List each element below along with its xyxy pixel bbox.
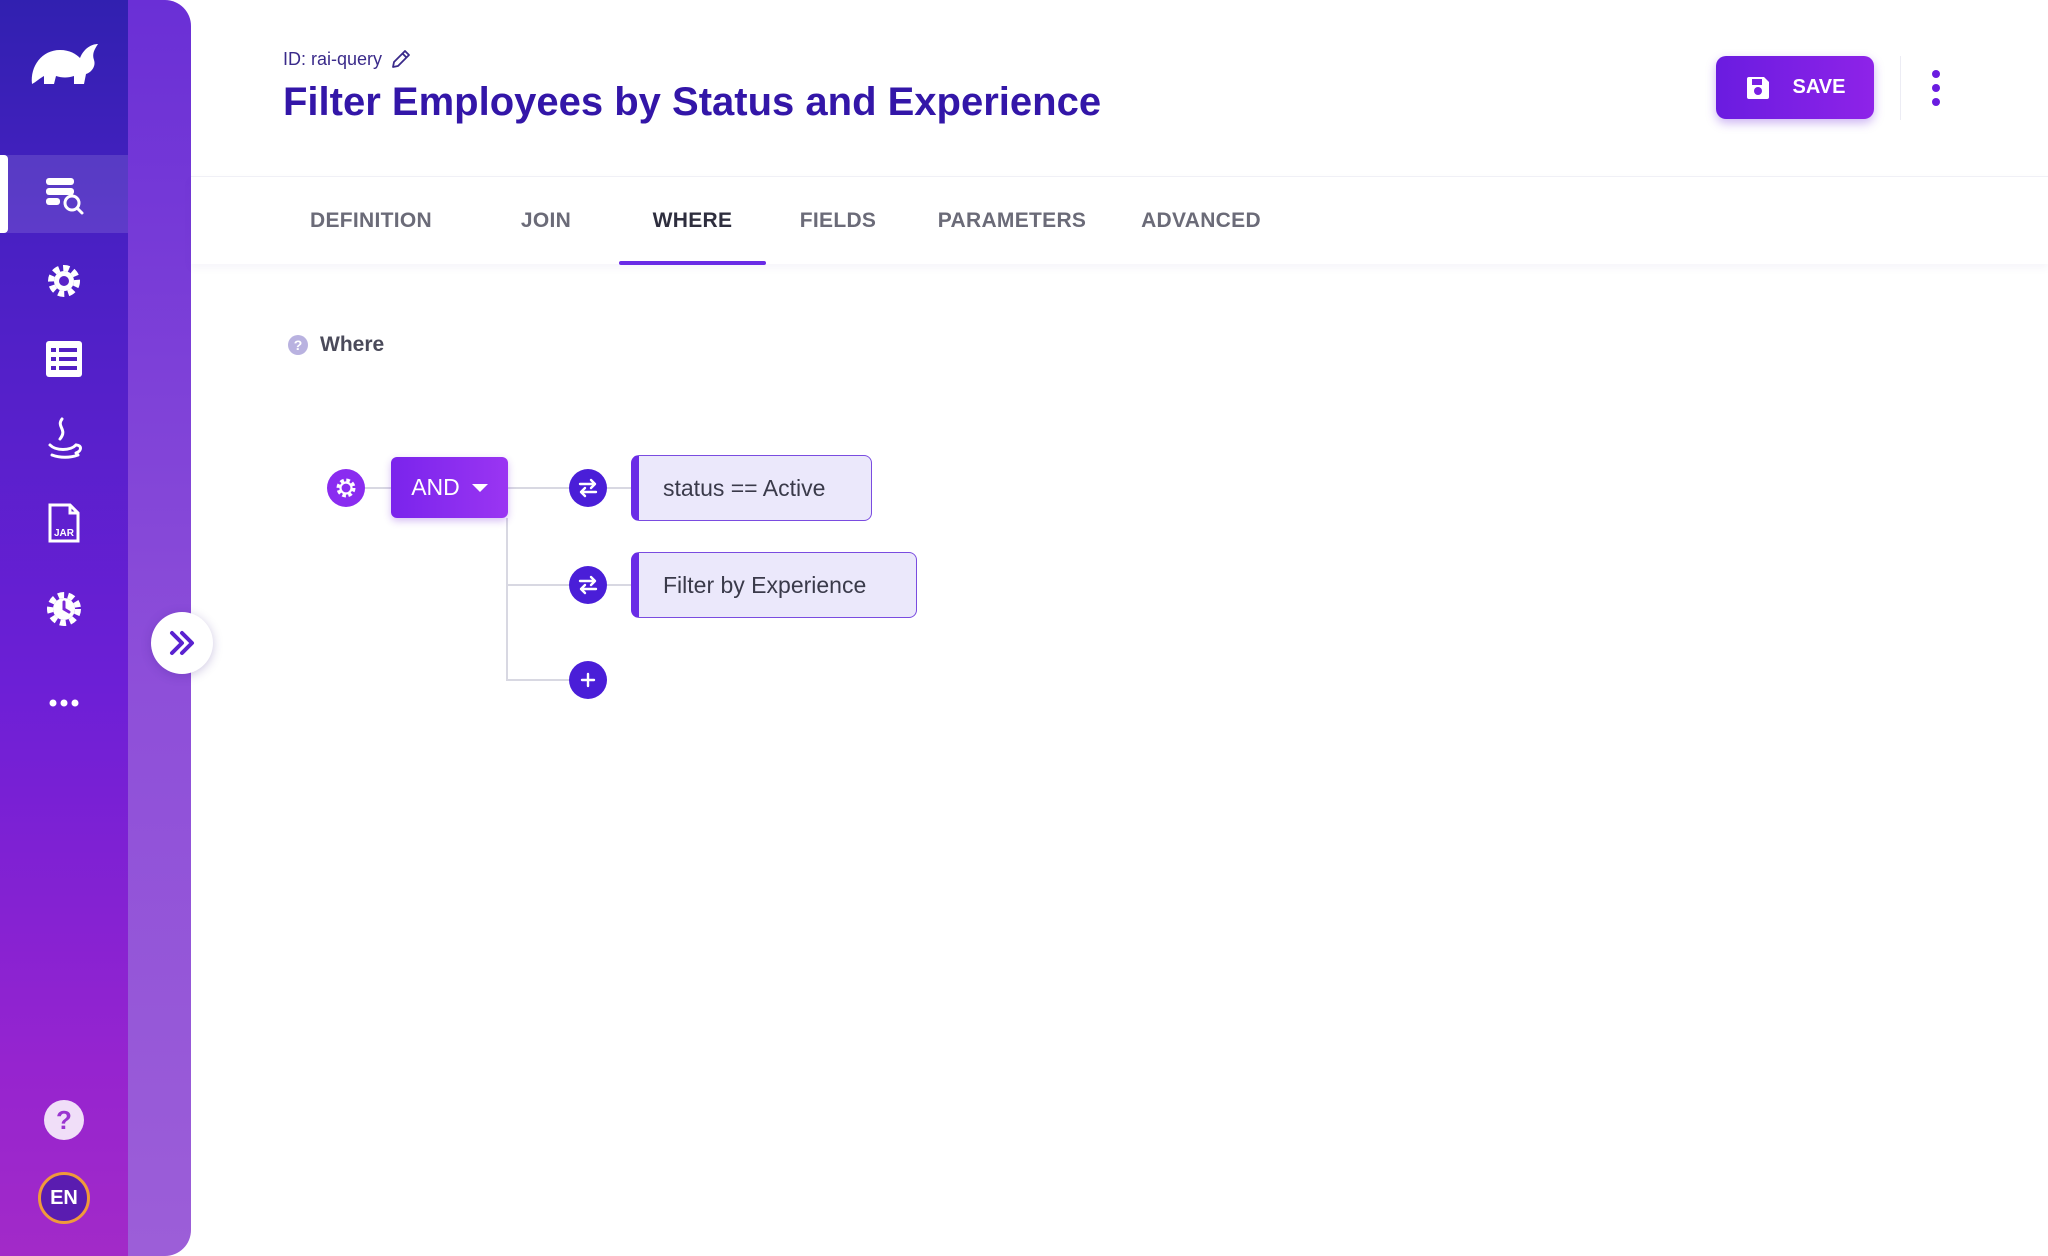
tab-definition[interactable]: DEFINITION [291, 177, 451, 265]
jar-file-icon: JAR [48, 503, 80, 543]
help-icon[interactable]: ? [42, 1098, 86, 1142]
tab-parameters[interactable]: PARAMETERS [927, 177, 1097, 265]
page-title: Filter Employees by Status and Experienc… [283, 80, 1102, 124]
gear-icon [336, 478, 356, 498]
tab-where[interactable]: WHERE [619, 177, 766, 265]
plus-icon [580, 672, 596, 688]
more-options-button[interactable] [1922, 64, 1950, 112]
kebab-dot [1932, 70, 1940, 78]
logic-operator-label: AND [411, 474, 460, 500]
kebab-dot [1932, 84, 1940, 92]
where-label: Where [320, 333, 385, 356]
connector-line [508, 487, 570, 489]
swap-arrows-icon [578, 575, 598, 595]
nav-item-scheduler[interactable] [0, 570, 128, 648]
nav-item-java[interactable] [0, 398, 128, 476]
more-dots-icon [49, 699, 79, 707]
add-rule-button[interactable] [569, 661, 607, 699]
java-icon [48, 417, 82, 459]
tab-join[interactable]: JOIN [491, 177, 601, 265]
connector-line [506, 518, 508, 681]
save-button-label: SAVE [1792, 76, 1846, 98]
double-chevron-right-icon [170, 631, 194, 655]
pencil-edit-icon[interactable] [390, 48, 412, 70]
rule-filter-by-experience[interactable]: Filter by Experience [631, 552, 917, 618]
rule-text: status == Active [663, 474, 826, 501]
connector-line [506, 584, 570, 586]
rule-text: Filter by Experience [663, 571, 867, 598]
tabs-bar: DEFINITION JOIN WHERE FIELDS PARAMETERS … [191, 176, 2048, 265]
where-section-label: ? Where [288, 333, 384, 357]
floppy-disk-icon [1746, 76, 1769, 99]
nav-item-more[interactable] [0, 648, 128, 726]
save-button[interactable]: SAVE [1716, 56, 1874, 119]
rule-status-active[interactable]: status == Active [631, 455, 872, 521]
logic-operator-dropdown[interactable]: AND [391, 457, 508, 518]
group-settings-button[interactable] [327, 469, 365, 507]
nav-item-settings[interactable] [0, 242, 128, 320]
nav-item-list[interactable] [0, 320, 128, 398]
caret-down-icon [471, 483, 488, 492]
kebab-dot [1932, 98, 1940, 106]
svg-text:JAR: JAR [54, 528, 75, 539]
nav-item-queries[interactable] [0, 155, 128, 233]
connector-line [506, 679, 570, 681]
swap-rule-button[interactable] [569, 469, 607, 507]
list-icon [46, 341, 82, 377]
question-help-icon[interactable]: ? [288, 335, 308, 355]
sidebar-expand-button[interactable] [151, 612, 213, 674]
connector-line [607, 487, 632, 489]
connector-line [607, 584, 632, 586]
logo-icon [31, 44, 98, 84]
svg-text:?: ? [56, 1105, 72, 1135]
swap-rule-button[interactable] [569, 566, 607, 604]
tab-advanced[interactable]: ADVANCED [1133, 177, 1269, 265]
query-id-label: ID: rai-query [283, 48, 383, 69]
query-search-icon [46, 178, 84, 215]
swap-arrows-icon [578, 478, 598, 498]
app-root: JAR ? EN ID: rai-query Filter Employees … [0, 0, 2048, 1256]
gear-clock-icon [47, 592, 81, 626]
connector-line [365, 487, 391, 489]
nav-item-jar[interactable]: JAR [0, 484, 128, 562]
tab-fields[interactable]: FIELDS [783, 177, 893, 265]
settings-gear-icon [48, 265, 80, 297]
query-id: ID: rai-query [283, 48, 412, 70]
language-switcher[interactable]: EN [38, 1172, 90, 1224]
header-divider [1900, 56, 1901, 120]
